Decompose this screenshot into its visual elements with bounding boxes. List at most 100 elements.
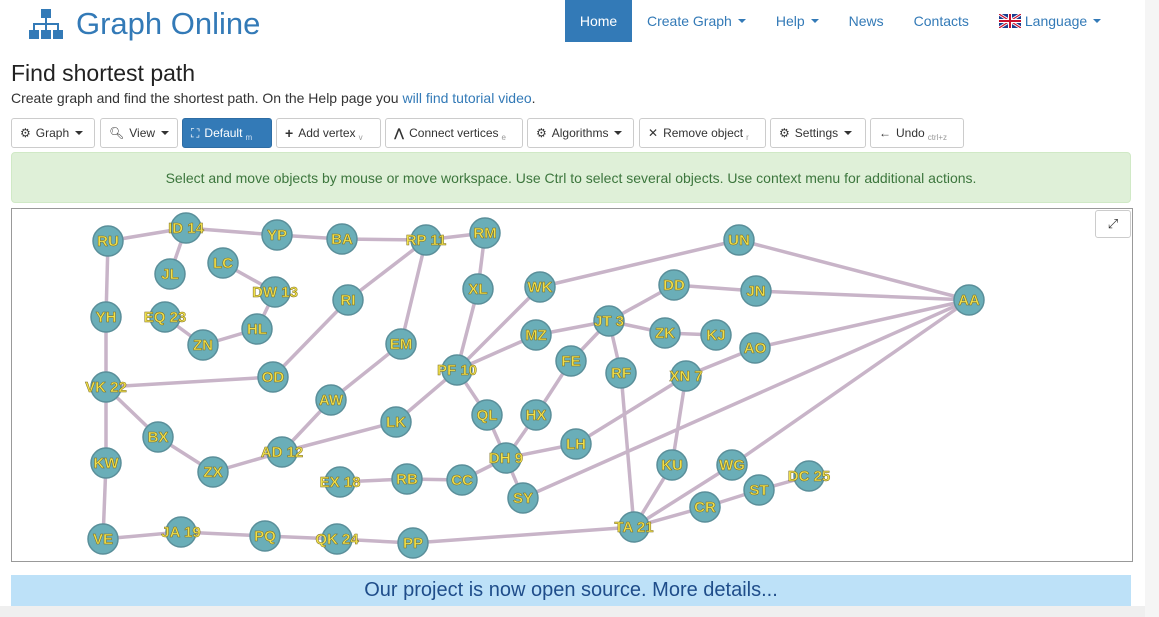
fullscreen-button[interactable]: ⤢ <box>1095 210 1131 238</box>
graph-vertex[interactable]: YH <box>90 301 122 333</box>
connect-vertices-button[interactable]: ⋀ Connect vertices e <box>385 118 523 148</box>
vertex-label: LC <box>213 255 233 272</box>
view-menu-label: View <box>129 126 156 140</box>
graph-vertex[interactable]: CR <box>689 491 721 523</box>
nav-home[interactable]: Home <box>565 0 632 42</box>
zoom-icon: 🔍︎ <box>109 126 125 140</box>
algorithms-menu-button[interactable]: ⚙ Algorithms <box>527 118 634 148</box>
remove-object-button[interactable]: ✕ Remove object r <box>639 118 766 148</box>
undo-button[interactable]: ← Undo ctrl+z <box>870 118 964 148</box>
tutorial-video-link[interactable]: will find tutorial video <box>402 90 531 106</box>
nav-help[interactable]: Help <box>761 0 834 42</box>
graph-vertex[interactable]: QL <box>471 399 503 431</box>
graph-edge[interactable] <box>105 375 274 389</box>
graph-vertex[interactable]: XL <box>462 273 494 305</box>
graph-edge[interactable] <box>412 525 635 545</box>
vertex-label: QL <box>477 407 498 424</box>
graph-vertex[interactable]: XN 7 <box>669 360 703 392</box>
graph-vertex[interactable]: BX <box>142 421 174 453</box>
nav-contacts[interactable]: Contacts <box>899 0 984 42</box>
graph-vertex[interactable]: YP <box>261 219 293 251</box>
graph-vertex[interactable]: AA <box>953 284 985 316</box>
add-vertex-button[interactable]: + Add vertex v <box>276 118 381 148</box>
graph-vertex[interactable]: DH 9 <box>489 442 523 474</box>
graph-menu-button[interactable]: ⚙ Graph <box>11 118 95 148</box>
graph-canvas[interactable]: RU ID 14 YP BA RP 11 RM UN JL LC DW 13 RI XL WK DD JN A… <box>11 208 1133 562</box>
graph-vertex[interactable]: OD <box>257 361 289 393</box>
vertex-label: DD <box>663 277 685 294</box>
graph-vertex[interactable]: HL <box>241 313 273 345</box>
vertex-label: JT 3 <box>594 313 624 330</box>
open-source-banner[interactable]: Our project is now open source. More det… <box>11 575 1131 606</box>
vertex-label: ZK <box>655 325 675 342</box>
settings-menu-button[interactable]: ⚙ Settings <box>770 118 866 148</box>
graph-vertex[interactable]: LH <box>560 428 592 460</box>
graph-vertex[interactable]: ZX <box>197 456 229 488</box>
graph-vertex[interactable]: LC <box>207 247 239 279</box>
graph-edge[interactable] <box>539 238 740 289</box>
graph-vertex[interactable]: DC 25 <box>787 460 831 492</box>
default-mode-button[interactable]: ⛶ Default m <box>182 118 272 148</box>
view-menu-button[interactable]: 🔍︎ View <box>100 118 178 148</box>
graph-vertex[interactable]: SY <box>507 482 539 514</box>
caret-down-icon <box>161 131 170 135</box>
vertex-label: DC 25 <box>788 468 831 485</box>
graph-vertex[interactable]: PQ <box>249 520 281 552</box>
vertex-label: AW <box>319 392 344 409</box>
graph-edge[interactable] <box>731 298 970 467</box>
graph-vertex[interactable]: AO <box>739 332 771 364</box>
graph-vertex[interactable]: FE <box>555 345 587 377</box>
graph-vertex[interactable]: VE <box>87 523 119 555</box>
graph-vertex[interactable]: JT 3 <box>593 305 625 337</box>
graph-vertex[interactable]: VK 22 <box>85 371 127 403</box>
nav-create-graph[interactable]: Create Graph <box>632 0 761 42</box>
graph-svg[interactable]: RU ID 14 YP BA RP 11 RM UN JL LC DW 13 RI XL WK DD JN A… <box>12 209 1132 561</box>
graph-edge[interactable] <box>271 298 350 379</box>
horizontal-scrollbar[interactable] <box>0 606 1159 617</box>
graph-vertex[interactable]: KJ <box>700 319 732 351</box>
nav-news[interactable]: News <box>834 0 899 42</box>
graph-vertex[interactable]: MZ <box>520 319 552 351</box>
vertex-label: VE <box>93 531 113 548</box>
connect-icon: ⋀ <box>394 126 405 140</box>
graph-vertex[interactable]: RI <box>332 284 364 316</box>
vertex-label: FE <box>561 353 580 370</box>
graph-vertex[interactable]: CC <box>446 464 478 496</box>
graph-vertex[interactable]: JA 19 <box>161 516 201 548</box>
graph-vertex[interactable]: UN <box>723 224 755 256</box>
vertex-label: AO <box>744 340 767 357</box>
graph-vertex[interactable]: ZN <box>187 329 219 361</box>
graph-vertex[interactable]: JL <box>154 258 186 290</box>
vertex-label: YP <box>267 227 287 244</box>
caret-down-icon <box>737 19 746 23</box>
graph-vertex[interactable]: JN <box>740 275 772 307</box>
graph-vertex[interactable]: EX 18 <box>319 466 361 498</box>
graph-vertex[interactable]: AW <box>315 384 347 416</box>
graph-vertex[interactable]: QK 24 <box>315 523 360 555</box>
graph-vertex[interactable]: WG <box>716 449 748 481</box>
graph-vertex[interactable]: KW <box>90 447 122 479</box>
graph-vertex[interactable]: DD <box>658 269 690 301</box>
graph-vertex[interactable]: RB <box>391 463 423 495</box>
graph-vertex[interactable]: WK <box>524 271 556 303</box>
graph-vertex[interactable]: ZK <box>649 317 681 349</box>
graph-vertex[interactable]: RF <box>605 357 637 389</box>
graph-vertex[interactable]: AD 12 <box>260 436 304 468</box>
graph-vertex[interactable]: RM <box>469 217 501 249</box>
plus-icon: + <box>285 125 294 141</box>
graph-vertex[interactable]: ST <box>743 474 775 506</box>
caret-down-icon <box>75 131 84 135</box>
vertical-scrollbar[interactable] <box>1145 0 1159 617</box>
gear-icon: ⚙ <box>20 126 31 140</box>
graph-vertex[interactable]: HX <box>520 399 552 431</box>
graph-vertex[interactable]: EM <box>385 328 417 360</box>
graph-vertex[interactable]: KU <box>656 449 688 481</box>
brand[interactable]: Graph Online <box>28 4 260 44</box>
graph-vertex[interactable]: ID 14 <box>168 212 205 244</box>
nav-language[interactable]: Language <box>984 0 1116 42</box>
vertex-label: YH <box>96 309 117 326</box>
graph-vertex[interactable]: RU <box>92 225 124 257</box>
graph-vertex[interactable]: LK <box>380 406 412 438</box>
graph-vertex[interactable]: BA <box>326 223 358 255</box>
graph-vertex[interactable]: PP <box>397 527 429 559</box>
